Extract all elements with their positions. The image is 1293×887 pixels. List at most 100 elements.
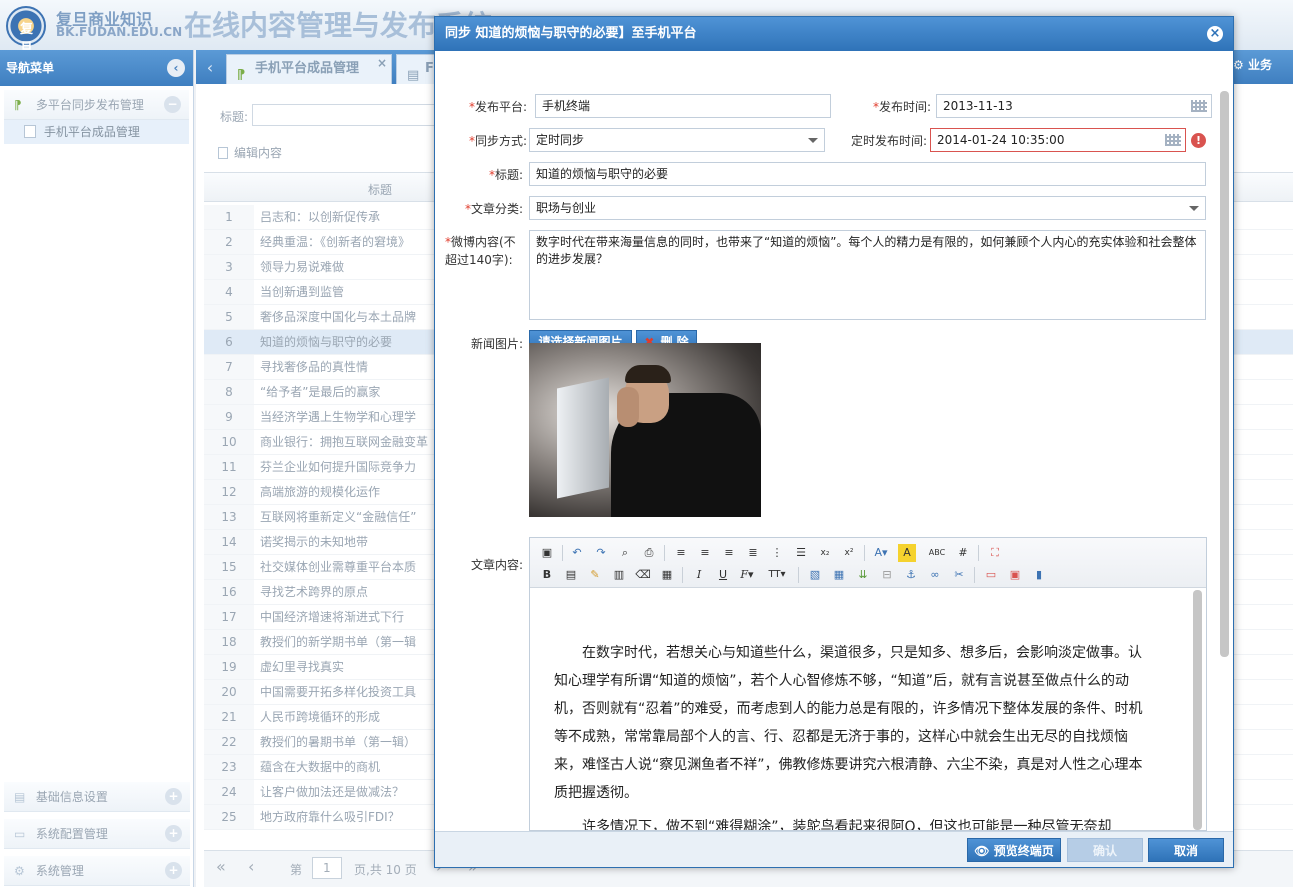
nav-group-system-admin[interactable]: ⚙ 系统管理 + xyxy=(4,856,190,886)
gear-icon: ⚙ xyxy=(14,864,25,878)
eraser-icon[interactable]: ⌫ xyxy=(634,566,652,584)
link-icon[interactable]: ∞ xyxy=(926,566,944,584)
justify-icon[interactable]: ≣ xyxy=(744,544,762,562)
close-icon[interactable]: × xyxy=(1207,26,1223,42)
prev-page-icon[interactable]: ‹ xyxy=(248,857,254,876)
separator xyxy=(864,545,865,561)
editor-scrollbar[interactable] xyxy=(1193,590,1202,830)
title-search-input[interactable] xyxy=(252,104,452,126)
ordered-list-icon[interactable]: ⋮ xyxy=(768,544,786,562)
undo-icon[interactable]: ↶ xyxy=(568,544,586,562)
highlight-icon[interactable]: A xyxy=(898,544,916,562)
table-grid-icon[interactable]: # xyxy=(954,544,972,562)
insert-table-icon[interactable]: ▦ xyxy=(830,566,848,584)
paste-text-icon[interactable]: ▥ xyxy=(610,566,628,584)
calendar-icon[interactable] xyxy=(1191,100,1207,112)
collapse-icon[interactable]: − xyxy=(164,96,181,113)
error-icon: ! xyxy=(1191,133,1206,148)
first-page-icon[interactable]: « xyxy=(216,857,226,876)
expand-icon[interactable]: + xyxy=(165,788,182,805)
expand-icon[interactable]: + xyxy=(165,825,182,842)
publish-time-field[interactable]: 2013-11-13 xyxy=(936,94,1212,118)
cancel-button[interactable]: 取消 xyxy=(1148,838,1224,862)
nav-group-multi-platform[interactable]: ⁋ 多平台同步发布管理 − xyxy=(4,90,189,120)
nav-group-label: 多平台同步发布管理 xyxy=(35,98,144,112)
print-icon[interactable]: ⎙ xyxy=(640,544,658,562)
bold-icon[interactable]: B xyxy=(538,566,556,584)
unlink-icon[interactable]: ✂ xyxy=(950,566,968,584)
scheduled-time-label: 定时发布时间: xyxy=(850,134,927,148)
sidebar: 导航菜单 ‹ ⁋ 多平台同步发布管理 − 手机平台成品管理 ▤ 基础信息设置 +… xyxy=(0,50,194,887)
redo-icon[interactable]: ↷ xyxy=(592,544,610,562)
page-input[interactable]: 1 xyxy=(312,857,342,879)
row-title: 奢侈品深度中国化与本土品牌 xyxy=(260,310,417,324)
underline-icon[interactable]: U xyxy=(714,566,732,584)
source-icon[interactable]: ▣ xyxy=(538,544,556,562)
row-number: 25 xyxy=(204,805,254,829)
scheduled-time-field[interactable]: 2014-01-24 10:35:00 xyxy=(930,128,1186,152)
calendar-icon[interactable] xyxy=(1165,134,1181,146)
expand-icon[interactable]: + xyxy=(165,862,182,879)
title-field[interactable]: 知道的烦恼与职守的必要 xyxy=(529,162,1206,186)
column-title[interactable]: 标题 xyxy=(368,181,392,198)
strikethrough-icon[interactable]: ABC xyxy=(928,544,946,562)
font-size-icon[interactable]: TT▾ xyxy=(768,566,786,584)
fullscreen-icon[interactable]: ⛶ xyxy=(986,544,1004,562)
nav-group-label: 系统管理 xyxy=(35,864,84,878)
align-right-icon[interactable]: ≡ xyxy=(720,544,738,562)
edit-content-button[interactable]: 编辑内容 xyxy=(218,144,282,161)
collapse-left-icon[interactable]: ‹ xyxy=(167,59,185,77)
document-icon: ▤ xyxy=(14,790,26,804)
insert-flash-icon[interactable]: ▭ xyxy=(982,566,1000,584)
content-label: 文章内容: xyxy=(470,558,523,572)
tab-business[interactable]: ⚙ 业务 xyxy=(1233,56,1293,73)
font-color-icon[interactable]: A▾ xyxy=(872,544,890,562)
category-select[interactable]: 职场与创业 xyxy=(529,196,1206,220)
nav-group-basic-info[interactable]: ▤ 基础信息设置 + xyxy=(4,782,190,812)
gear-icon: ⚙ xyxy=(1233,58,1244,72)
anchor-icon[interactable]: ⚓ xyxy=(902,566,920,584)
row-title: 经典重温：《创新者的窘境》 xyxy=(260,235,411,249)
tab-scroll-left-icon[interactable]: ‹ xyxy=(200,56,220,80)
row-number: 8 xyxy=(204,380,254,404)
platform-label: *发布平台: xyxy=(455,98,527,115)
insert-image-icon[interactable]: ▧ xyxy=(806,566,824,584)
row-number: 22 xyxy=(204,730,254,754)
preview-icon[interactable]: ⌕ xyxy=(616,544,634,562)
font-family-icon[interactable]: F▾ xyxy=(738,566,756,584)
content-paragraph: 在数字时代，若想关心与知道些什么，渠道很多，只是知多、想多后，会影响淡定做事。认… xyxy=(554,645,1143,801)
row-title: 吕志和：以创新促传承 xyxy=(260,210,381,224)
align-center-icon[interactable]: ≡ xyxy=(696,544,714,562)
leaf-icon: ⁋ xyxy=(14,98,22,112)
close-icon[interactable]: × xyxy=(377,49,387,77)
confirm-button[interactable]: 确认 xyxy=(1067,838,1143,862)
insert-row-icon[interactable]: ⇊ xyxy=(854,566,872,584)
platform-field[interactable]: 手机终端 xyxy=(535,94,831,118)
page-break-icon[interactable]: ⊟ xyxy=(878,566,896,584)
subscript-icon[interactable]: x₂ xyxy=(816,544,834,562)
row-number: 21 xyxy=(204,705,254,729)
insert-video-icon[interactable]: ▮ xyxy=(1030,566,1048,584)
editor-toolbar: ▣ ↶ ↷ ⌕ ⎙ ≡ ≡ ≡ ≣ ⋮ ☰ x₂ x² A▾ A ABC # ⛶… xyxy=(530,538,1206,588)
editor-content-area[interactable]: 在数字时代，若想关心与知道些什么，渠道很多，只是知多、想多后，会影响淡定做事。认… xyxy=(530,589,1194,830)
nav-item-mobile-products[interactable]: 手机平台成品管理 xyxy=(4,120,189,144)
paste-icon[interactable]: ▤ xyxy=(562,566,580,584)
unordered-list-icon[interactable]: ☰ xyxy=(792,544,810,562)
nav-group-system-config[interactable]: ▭ 系统配置管理 + xyxy=(4,819,190,849)
align-left-icon[interactable]: ≡ xyxy=(672,544,690,562)
superscript-icon[interactable]: x² xyxy=(840,544,858,562)
dialog-scrollbar[interactable] xyxy=(1220,91,1229,657)
page-icon xyxy=(24,125,36,138)
tab-mobile-products[interactable]: ⁋ 手机平台成品管理 × xyxy=(226,54,392,84)
paste-word-icon[interactable]: ▦ xyxy=(658,566,676,584)
fudan-logo: 复旦 xyxy=(6,6,46,56)
button-label: 预览终端页 xyxy=(993,844,1054,858)
weibo-content-textarea[interactable]: 数字时代在带来海量信息的同时，也带来了“知道的烦恼”。每个人的精力是有限的，如何… xyxy=(529,230,1206,320)
preview-button[interactable]: 👁 预览终端页 xyxy=(967,838,1061,862)
dialog-footer: 👁 预览终端页 确认 取消 xyxy=(435,831,1233,867)
format-brush-icon[interactable]: ✎ xyxy=(586,566,604,584)
row-title: 教授们的暑期书单（第一辑） xyxy=(260,735,417,749)
insert-media-icon[interactable]: ▣ xyxy=(1006,566,1024,584)
sync-mode-select[interactable]: 定时同步 xyxy=(529,128,825,152)
italic-icon[interactable]: I xyxy=(690,566,708,584)
